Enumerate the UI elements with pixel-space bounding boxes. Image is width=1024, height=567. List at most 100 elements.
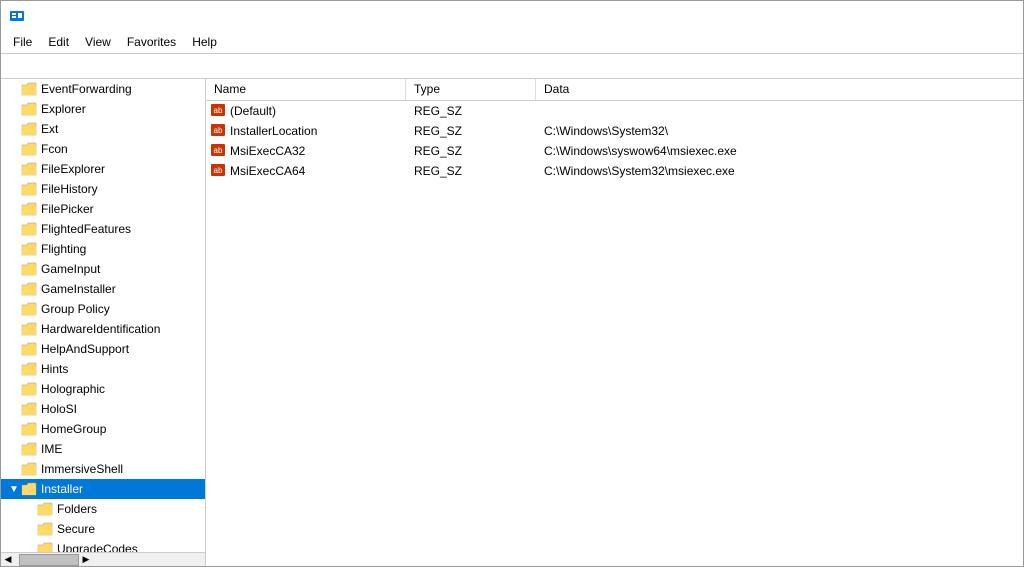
cell-name: ab InstallerLocation [206, 123, 406, 140]
cell-name-text: InstallerLocation [230, 124, 317, 138]
cell-type: REG_SZ [406, 144, 536, 158]
tree-item-label: Fcon [41, 142, 68, 156]
tree-item-label: HoloSI [41, 402, 77, 416]
svg-text:ab: ab [214, 126, 223, 135]
folder-icon [21, 122, 37, 136]
tree-item[interactable]: HoloSI [1, 399, 205, 419]
col-header-type[interactable]: Type [406, 79, 536, 100]
tree-item[interactable]: IME [1, 439, 205, 459]
tree-item[interactable]: FileExplorer [1, 159, 205, 179]
expand-arrow[interactable]: ▼ [9, 484, 21, 495]
hscroll-left[interactable]: ◀ [1, 553, 15, 567]
tree-item-label: FileExplorer [41, 162, 105, 176]
folder-icon [37, 522, 53, 536]
folder-icon [21, 162, 37, 176]
tree-panel: EventForwarding Explorer Ext Fcon FileEx… [1, 79, 206, 566]
cell-name-text: (Default) [230, 104, 276, 118]
menu-help[interactable]: Help [184, 33, 225, 51]
maximize-button[interactable] [923, 1, 969, 31]
tree-item-label: Secure [57, 522, 95, 536]
tree-item[interactable]: ImmersiveShell [1, 459, 205, 479]
folder-icon [21, 142, 37, 156]
menu-edit[interactable]: Edit [40, 33, 77, 51]
tree-item-label: IME [41, 442, 62, 456]
table-body: ab (Default)REG_SZ ab InstallerLocationR… [206, 101, 1023, 566]
folder-icon [21, 422, 37, 436]
table-row[interactable]: ab (Default)REG_SZ [206, 101, 1023, 121]
folder-icon [21, 282, 37, 296]
close-button[interactable] [969, 1, 1015, 31]
tree-item-label: Installer [41, 482, 83, 496]
cell-name: ab MsiExecCA32 [206, 143, 406, 160]
folder-icon [21, 482, 37, 496]
tree-item[interactable]: FilePicker [1, 199, 205, 219]
tree-item-label: Ext [41, 122, 58, 136]
tree-item[interactable]: Group Policy [1, 299, 205, 319]
tree-item[interactable]: HardwareIdentification [1, 319, 205, 339]
reg-value-icon: ab [210, 143, 226, 160]
folder-icon [21, 102, 37, 116]
tree-item-label: HelpAndSupport [41, 342, 129, 356]
address-path[interactable] [5, 64, 1019, 68]
tree-item[interactable]: Secure [1, 519, 205, 539]
tree-item[interactable]: Flighting [1, 239, 205, 259]
cell-type: REG_SZ [406, 104, 536, 118]
table-row[interactable]: ab MsiExecCA32REG_SZC:\Windows\syswow64\… [206, 141, 1023, 161]
table-row[interactable]: ab MsiExecCA64REG_SZC:\Windows\System32\… [206, 161, 1023, 181]
cell-data: C:\Windows\syswow64\msiexec.exe [536, 144, 1023, 158]
col-header-name[interactable]: Name [206, 79, 406, 100]
tree-item[interactable]: GameInput [1, 259, 205, 279]
title-left [9, 8, 31, 24]
hscroll-right[interactable]: ▶ [79, 553, 93, 567]
tree-item[interactable]: Explorer [1, 99, 205, 119]
cell-name: ab (Default) [206, 103, 406, 120]
cell-type: REG_SZ [406, 124, 536, 138]
menu-favorites[interactable]: Favorites [119, 33, 184, 51]
right-panel: Name Type Data ab (Default)REG_SZ ab Ins… [206, 79, 1023, 566]
tree-item[interactable]: FileHistory [1, 179, 205, 199]
folder-icon [21, 382, 37, 396]
tree-item[interactable]: Ext [1, 119, 205, 139]
tree-item[interactable]: EventForwarding [1, 79, 205, 99]
title-bar [1, 1, 1023, 31]
address-bar [1, 53, 1023, 79]
folder-icon [21, 442, 37, 456]
tree-item[interactable]: Holographic [1, 379, 205, 399]
tree-item[interactable]: Fcon [1, 139, 205, 159]
cell-name-text: MsiExecCA64 [230, 164, 305, 178]
tree-item[interactable]: ▼ Installer [1, 479, 205, 499]
table-row[interactable]: ab InstallerLocationREG_SZC:\Windows\Sys… [206, 121, 1023, 141]
tree-item[interactable]: FlightedFeatures [1, 219, 205, 239]
tree-item-label: Group Policy [41, 302, 110, 316]
tree-item[interactable]: UpgradeCodes [1, 539, 205, 552]
folder-icon [21, 262, 37, 276]
title-buttons [877, 1, 1015, 31]
cell-name: ab MsiExecCA64 [206, 163, 406, 180]
tree-item[interactable]: GameInstaller [1, 279, 205, 299]
reg-value-icon: ab [210, 103, 226, 120]
menu-view[interactable]: View [77, 33, 119, 51]
col-header-data[interactable]: Data [536, 79, 1023, 100]
tree-item-label: Folders [57, 502, 97, 516]
folder-icon [21, 322, 37, 336]
tree-item[interactable]: HelpAndSupport [1, 339, 205, 359]
tree-item-label: EventForwarding [41, 82, 132, 96]
reg-value-icon: ab [210, 123, 226, 140]
folder-icon [21, 242, 37, 256]
tree-item-label: GameInput [41, 262, 100, 276]
tree-item[interactable]: Hints [1, 359, 205, 379]
tree-item[interactable]: HomeGroup [1, 419, 205, 439]
hscroll-thumb[interactable] [19, 554, 79, 566]
tree-scroll[interactable]: EventForwarding Explorer Ext Fcon FileEx… [1, 79, 205, 552]
tree-item-label: UpgradeCodes [57, 542, 138, 552]
folder-icon [21, 342, 37, 356]
folder-icon [21, 402, 37, 416]
tree-item-label: HomeGroup [41, 422, 106, 436]
reg-value-icon: ab [210, 163, 226, 180]
tree-item-label: Flighting [41, 242, 86, 256]
tree-hscroll: ◀ ▶ [1, 552, 205, 566]
menu-file[interactable]: File [5, 33, 40, 51]
minimize-button[interactable] [877, 1, 923, 31]
tree-item[interactable]: Folders [1, 499, 205, 519]
registry-editor-window: File Edit View Favorites Help EventForwa… [0, 0, 1024, 567]
